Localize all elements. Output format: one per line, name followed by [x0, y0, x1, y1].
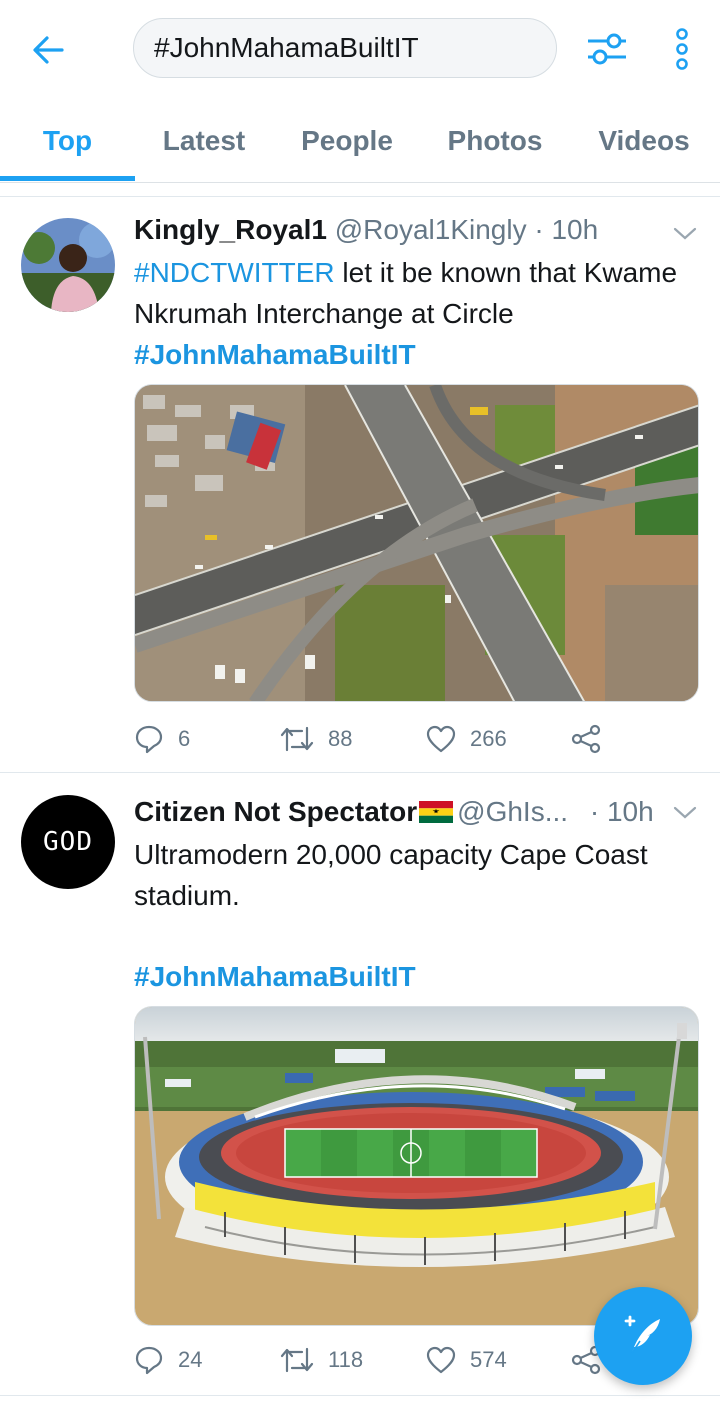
- stadium-photo: [135, 1007, 698, 1325]
- share-button[interactable]: [571, 719, 615, 759]
- heart-icon: [426, 725, 456, 753]
- share-icon: [571, 724, 601, 754]
- tweet-header: Kingly_Royal1 @Royal1Kingly · 10h: [134, 212, 598, 248]
- arrow-left-icon: [33, 36, 64, 64]
- author-name[interactable]: Citizen Not Spectator: [134, 796, 417, 827]
- hashtag-link[interactable]: #JohnMahamaBuiltIT: [134, 961, 416, 992]
- time-separator: ·: [582, 796, 607, 827]
- search-tabs: Top Latest People Photos Videos: [0, 108, 720, 183]
- tweet-text: #NDCTWITTER let it be known that Kwame N…: [134, 252, 694, 375]
- avatar-photo: [21, 218, 115, 312]
- ghana-flag-icon: [419, 801, 454, 823]
- tab-photos[interactable]: Photos: [437, 108, 553, 178]
- tweet-time: 10h: [606, 796, 654, 827]
- heart-icon: [426, 1346, 456, 1374]
- tab-top[interactable]: Top: [0, 108, 135, 178]
- compose-tweet-icon: [624, 1315, 660, 1354]
- tweet-time: 10h: [551, 214, 599, 245]
- retweet-count: 118: [328, 1347, 364, 1372]
- like-button[interactable]: 574: [426, 1340, 507, 1380]
- retweet-count: 88: [328, 726, 353, 751]
- avatar[interactable]: [21, 218, 115, 312]
- like-count: 574: [470, 1347, 507, 1372]
- tab-videos[interactable]: Videos: [588, 108, 700, 178]
- retweet-icon: [280, 1347, 314, 1373]
- retweet-icon: [280, 726, 314, 752]
- retweet-button[interactable]: 118: [280, 1340, 363, 1380]
- search-input[interactable]: #JohnMahamaBuiltIT: [133, 18, 557, 78]
- author-name[interactable]: Kingly_Royal1: [134, 214, 327, 245]
- sliders-icon: [588, 33, 626, 65]
- interchange-photo: [135, 385, 698, 701]
- hashtag-link[interactable]: #JohnMahamaBuiltIT: [134, 339, 416, 370]
- active-tab-indicator: [0, 176, 135, 181]
- back-button[interactable]: [22, 28, 74, 72]
- avatar[interactable]: GOD: [21, 795, 115, 889]
- reply-icon: [135, 1346, 163, 1375]
- search-filter-button[interactable]: [582, 26, 632, 72]
- reply-count: 6: [178, 726, 191, 751]
- more-vertical-icon: [676, 28, 688, 70]
- like-button[interactable]: 266: [426, 719, 507, 759]
- avatar-text: GOD: [43, 827, 93, 857]
- tweet-text: Ultramodern 20,000 capacity Cape Coast s…: [134, 834, 694, 916]
- tweet-image[interactable]: [134, 1006, 699, 1326]
- like-count: 266: [470, 726, 507, 751]
- tweet-header: Citizen Not Spectator @GhIs... · 10h: [134, 794, 654, 830]
- divider: [0, 196, 720, 197]
- author-handle[interactable]: @GhIs...: [457, 796, 568, 827]
- tab-latest[interactable]: Latest: [150, 108, 258, 178]
- divider: [0, 1395, 720, 1396]
- time-separator: ·: [526, 214, 552, 245]
- more-options-button[interactable]: [662, 22, 702, 76]
- retweet-button[interactable]: 88: [280, 719, 352, 759]
- reply-button[interactable]: 24: [134, 1340, 202, 1380]
- chevron-down-icon[interactable]: [672, 224, 698, 244]
- divider: [0, 772, 720, 773]
- tweet-text-body: Ultramodern 20,000 capacity Cape Coast s…: [134, 839, 648, 911]
- compose-tweet-button[interactable]: [594, 1287, 692, 1385]
- reply-button[interactable]: 6: [134, 719, 190, 759]
- reply-icon: [135, 725, 163, 754]
- hashtag-link[interactable]: #NDCTWITTER: [134, 257, 335, 288]
- tweet-image[interactable]: [134, 384, 699, 702]
- author-handle[interactable]: @Royal1Kingly: [335, 214, 527, 245]
- tab-people[interactable]: People: [290, 108, 404, 178]
- tweet-hashtags: #JohnMahamaBuiltIT: [134, 956, 694, 997]
- reply-count: 24: [178, 1347, 203, 1372]
- top-bar: #JohnMahamaBuiltIT: [0, 0, 720, 100]
- tweet-actions: 6 88 266: [134, 719, 699, 759]
- chevron-down-icon[interactable]: [672, 803, 698, 823]
